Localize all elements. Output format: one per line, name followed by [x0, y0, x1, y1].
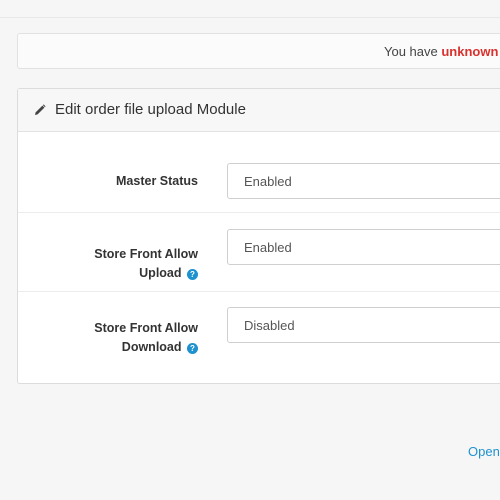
help-icon[interactable]: ?: [187, 269, 198, 280]
footer-link[interactable]: Open: [468, 444, 500, 459]
pencil-icon: [35, 104, 46, 115]
form-row-master-status: Master Status Enabled: [18, 132, 500, 213]
alert-prefix: You have: [384, 44, 442, 59]
page: You have unknown Edit order file upload …: [0, 0, 500, 500]
allow-download-label: Store Front Allow Download ?: [94, 319, 198, 357]
help-icon[interactable]: ?: [187, 343, 198, 354]
allow-download-value: Disabled: [244, 318, 295, 333]
allow-upload-select[interactable]: Enabled: [227, 229, 500, 265]
allow-upload-label: Store Front Allow Upload ?: [94, 245, 198, 283]
allow-upload-label-line2: Upload: [139, 266, 182, 280]
panel-title: Edit order file upload Module: [55, 101, 246, 118]
allow-download-label-line2-wrap: Download ?: [94, 338, 198, 357]
alert-message: You have unknown: [384, 44, 498, 59]
allow-download-label-line2: Download: [121, 340, 182, 354]
allow-download-label-line1: Store Front Allow: [94, 321, 198, 335]
master-status-label: Master Status: [116, 172, 198, 191]
version-alert: You have unknown: [17, 33, 500, 69]
master-status-select[interactable]: Enabled: [227, 163, 500, 199]
allow-upload-label-line1: Store Front Allow: [94, 247, 198, 261]
form-row-allow-download: Store Front Allow Download ? Disabled: [18, 292, 500, 383]
header-divider: [0, 17, 500, 18]
edit-module-panel: Edit order file upload Module Master Sta…: [17, 88, 500, 384]
allow-download-select[interactable]: Disabled: [227, 307, 500, 343]
form-row-allow-upload: Store Front Allow Upload ? Enabled: [18, 213, 500, 292]
master-status-value: Enabled: [244, 174, 292, 189]
panel-heading: Edit order file upload Module: [18, 89, 500, 132]
allow-upload-label-line2-wrap: Upload ?: [94, 264, 198, 283]
alert-highlight: unknown: [441, 44, 499, 59]
master-status-label-text: Master Status: [116, 174, 198, 188]
allow-upload-value: Enabled: [244, 240, 292, 255]
